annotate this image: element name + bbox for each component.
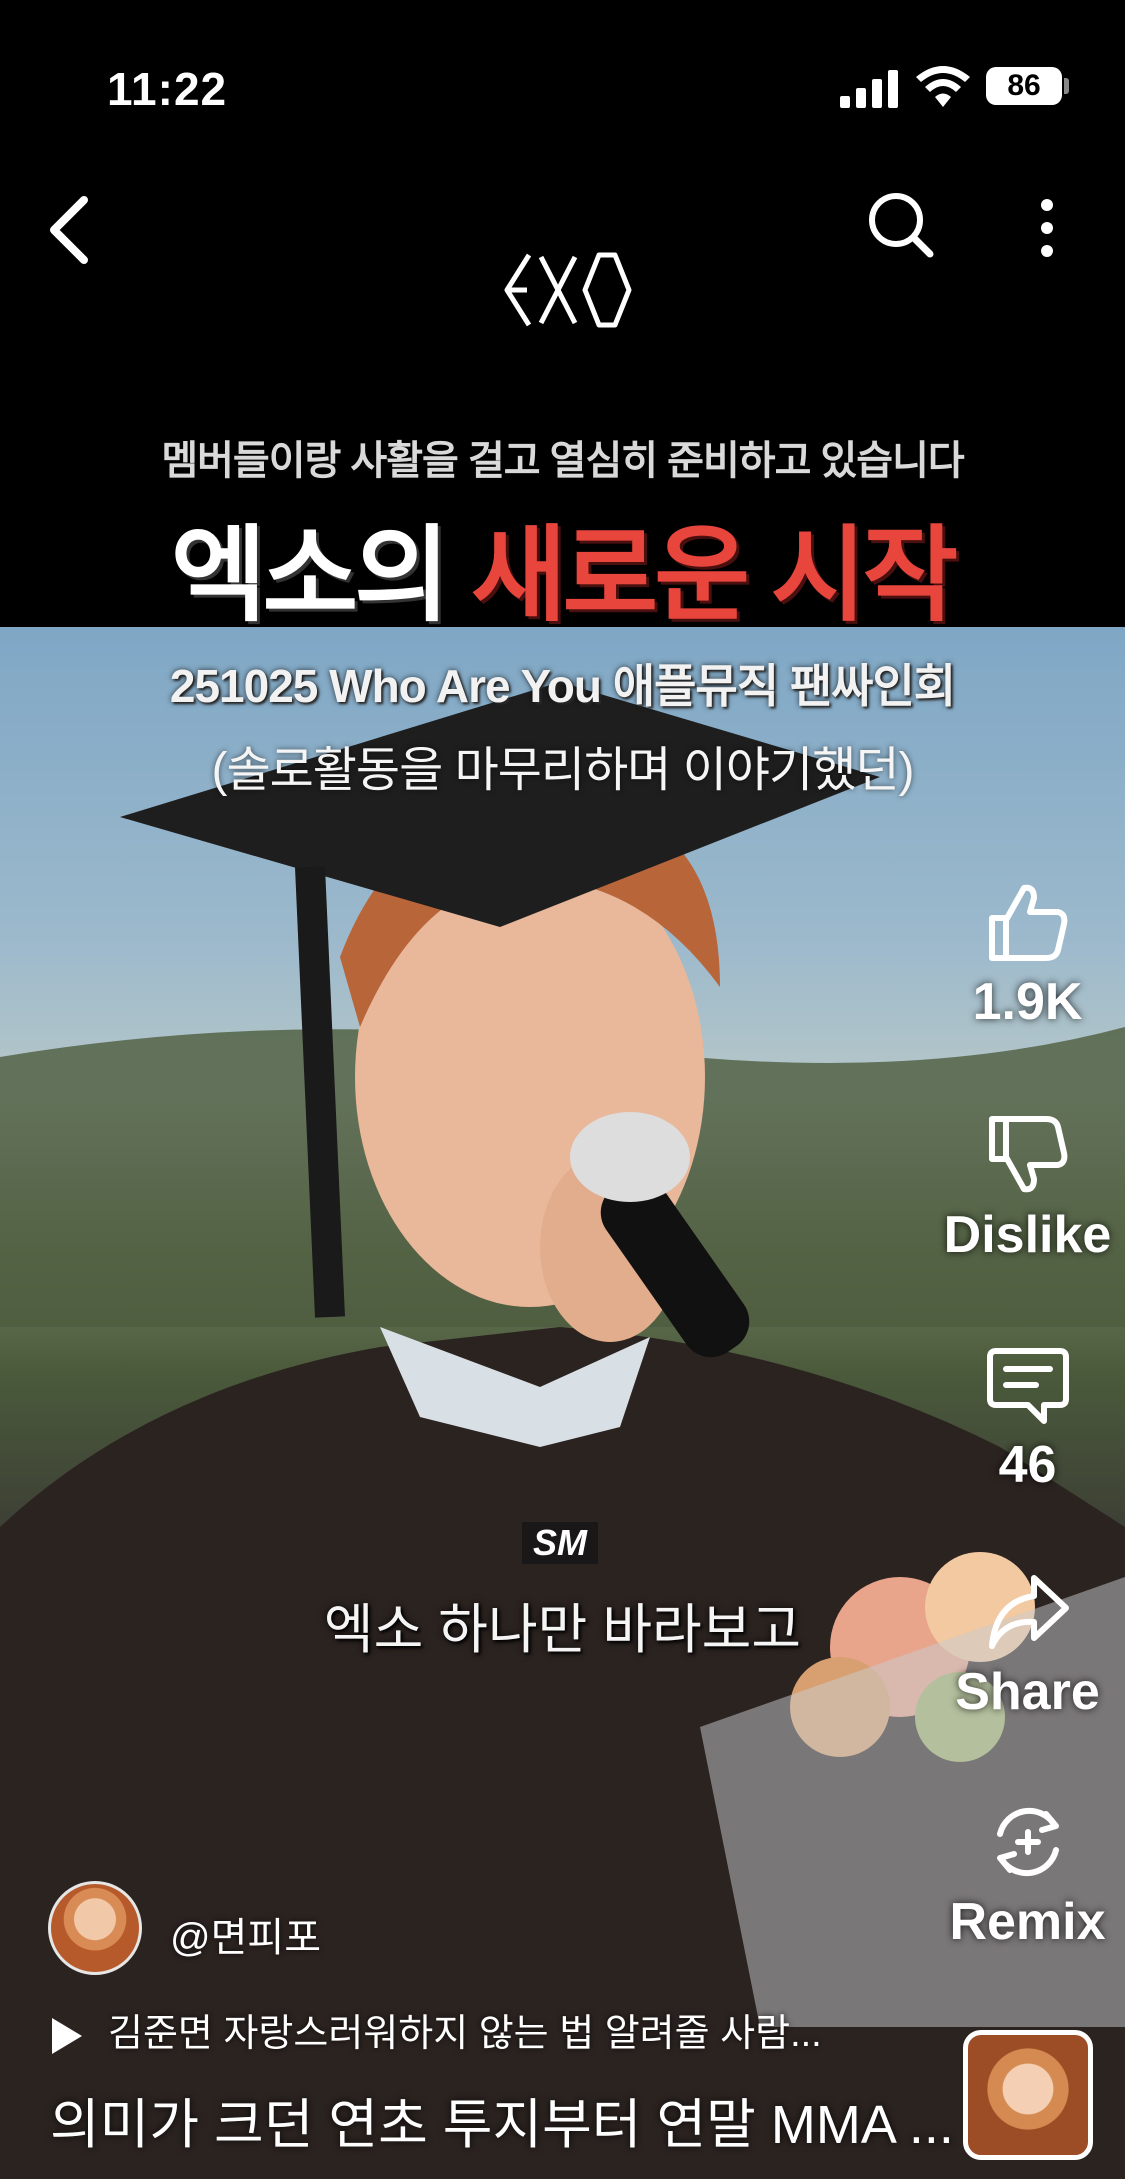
caption-headline-red: 새로운 시작	[470, 518, 958, 634]
share-label: Share	[955, 1663, 1100, 1721]
comment-icon	[986, 1348, 1069, 1424]
status-time: 11:22	[107, 63, 228, 115]
back-chevron-icon[interactable]	[40, 190, 104, 270]
like-count: 1.9K	[972, 973, 1083, 1031]
channel-avatar[interactable]	[48, 1881, 142, 1975]
sound-thumbnail[interactable]	[963, 2030, 1093, 2160]
share-button[interactable]: Share	[930, 1570, 1125, 1722]
remix-button[interactable]: Remix	[930, 1800, 1125, 1952]
cellular-signal-icon	[840, 70, 898, 108]
exo-logo	[504, 252, 632, 328]
remix-label: Remix	[949, 1893, 1106, 1951]
caption-subtitle: 멤버들이랑 사활을 걸고 열심히 준비하고 있습니다	[161, 439, 964, 483]
search-icon[interactable]	[866, 190, 936, 260]
caption-paren-line: (솔로활동을 마무리하며 이야기했던)	[211, 744, 914, 797]
playlist-link[interactable]: 김준면 자랑스러워하지 않는 법 알려줄 사람...	[52, 2002, 822, 2057]
more-options-icon[interactable]	[1030, 195, 1064, 265]
battery-indicator: 86	[986, 67, 1062, 105]
remix-icon	[996, 1807, 1059, 1877]
sm-logo: SM	[522, 1522, 598, 1564]
caption-headline: 엑소의 새로운 시작	[0, 490, 1125, 641]
video-title[interactable]: 의미가 크던 연초 투지부터 연말 MMA ...	[50, 2080, 954, 2159]
playlist-text: 김준면 자랑스러워하지 않는 법 알려줄 사람...	[108, 2013, 822, 2055]
comment-count: 46	[998, 1436, 1057, 1494]
wifi-icon	[916, 66, 970, 107]
comments-button[interactable]: 46	[930, 1343, 1125, 1495]
caption-date-line: 251025 Who Are You 애플뮤직 팬싸인회	[169, 660, 956, 712]
play-icon	[52, 2017, 82, 2054]
channel-name[interactable]: @면피포	[170, 1905, 321, 1963]
caption-headline-white: 엑소의	[170, 518, 450, 634]
thumbs-down-icon	[988, 1116, 1067, 1193]
battery-tip	[1064, 78, 1069, 94]
like-button[interactable]: 1.9K	[930, 880, 1125, 1032]
dislike-button[interactable]: Dislike	[930, 1113, 1125, 1265]
dislike-label: Dislike	[943, 1206, 1112, 1264]
share-arrow-icon	[988, 1575, 1069, 1649]
thumbs-up-icon	[988, 884, 1067, 961]
